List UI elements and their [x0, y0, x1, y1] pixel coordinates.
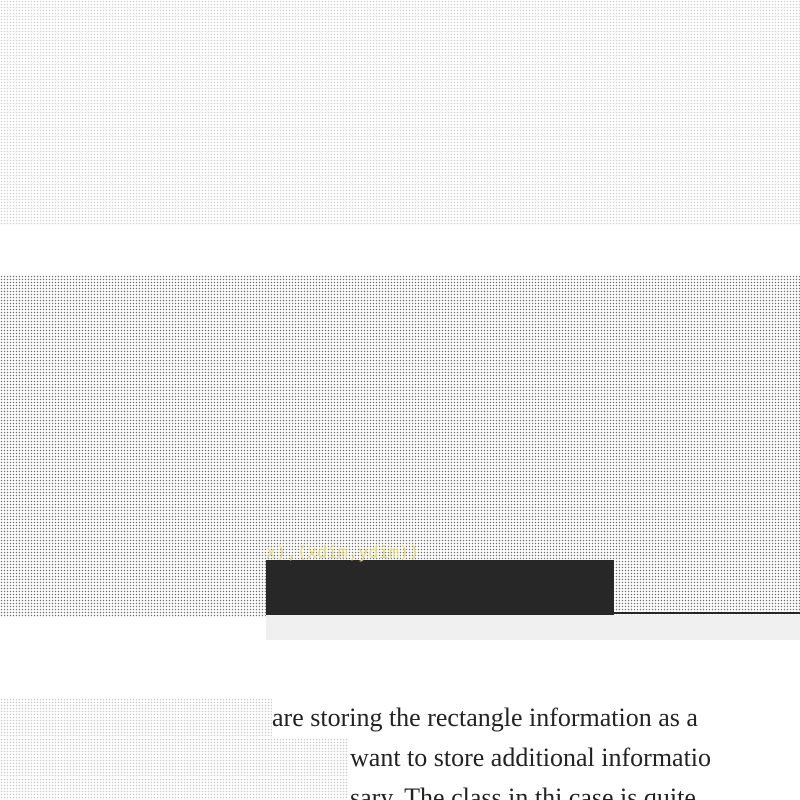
code-block: [266, 560, 614, 615]
dithered-text-mask: [0, 698, 272, 738]
dithered-text-mask: [0, 738, 348, 778]
code-block-border: [614, 612, 800, 614]
dithered-text-mask: [0, 778, 348, 800]
code-line: x),(xdim,ydim)): [266, 543, 420, 563]
article-paragraph: are storing the rectangle information as…: [0, 698, 800, 800]
code-block-footer: [266, 615, 800, 640]
dithered-text-region: [0, 0, 800, 225]
paragraph-line-text: are storing the rectangle information as…: [272, 703, 698, 732]
paragraph-line-text: sary. The class in thi case is quite: [350, 783, 696, 800]
paragraph-line-text: want to store additional informatio: [350, 743, 712, 772]
